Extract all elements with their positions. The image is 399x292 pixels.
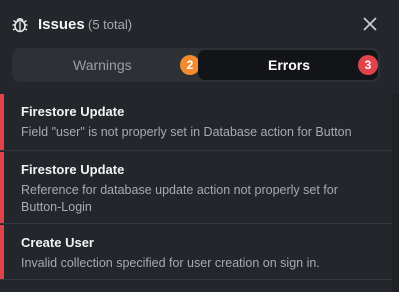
issue-item[interactable]: Create User Invalid collection specified…: [0, 225, 392, 280]
issue-count: (5 total): [88, 17, 133, 32]
issue-description: Field "user" is not properly set in Data…: [21, 125, 352, 139]
bug-icon: [12, 17, 28, 33]
errors-count-badge: 3: [358, 55, 378, 75]
tab-warnings-label: Warnings: [73, 57, 132, 73]
issue-description: Reference for database update action not…: [21, 183, 338, 214]
issue-item[interactable]: Firestore Update Reference for database …: [0, 152, 392, 224]
tab-errors-label: Errors: [268, 57, 311, 73]
panel-title: Issues: [38, 16, 85, 33]
error-indicator: [0, 152, 4, 223]
error-indicator: [0, 94, 4, 150]
tab-warnings[interactable]: Warnings 2: [14, 50, 200, 80]
issues-panel: Issues (5 total) Warnings 2 Errors 3 Fir…: [0, 0, 399, 292]
error-indicator: [0, 225, 4, 279]
close-icon[interactable]: [362, 16, 378, 32]
issue-title: Firestore Update: [21, 162, 125, 177]
issue-item[interactable]: Firestore Update Field "user" is not pro…: [0, 94, 392, 151]
issue-description: Invalid collection specified for user cr…: [21, 256, 320, 270]
issue-title: Firestore Update: [21, 104, 125, 119]
warnings-count-badge: 2: [180, 55, 200, 75]
tab-errors[interactable]: Errors 3: [198, 50, 378, 80]
scrollbar-track[interactable]: [392, 94, 399, 292]
issue-tabs: Warnings 2 Errors 3: [12, 48, 380, 82]
issue-title: Create User: [21, 235, 94, 250]
issues-header: Issues (5 total): [0, 0, 399, 50]
